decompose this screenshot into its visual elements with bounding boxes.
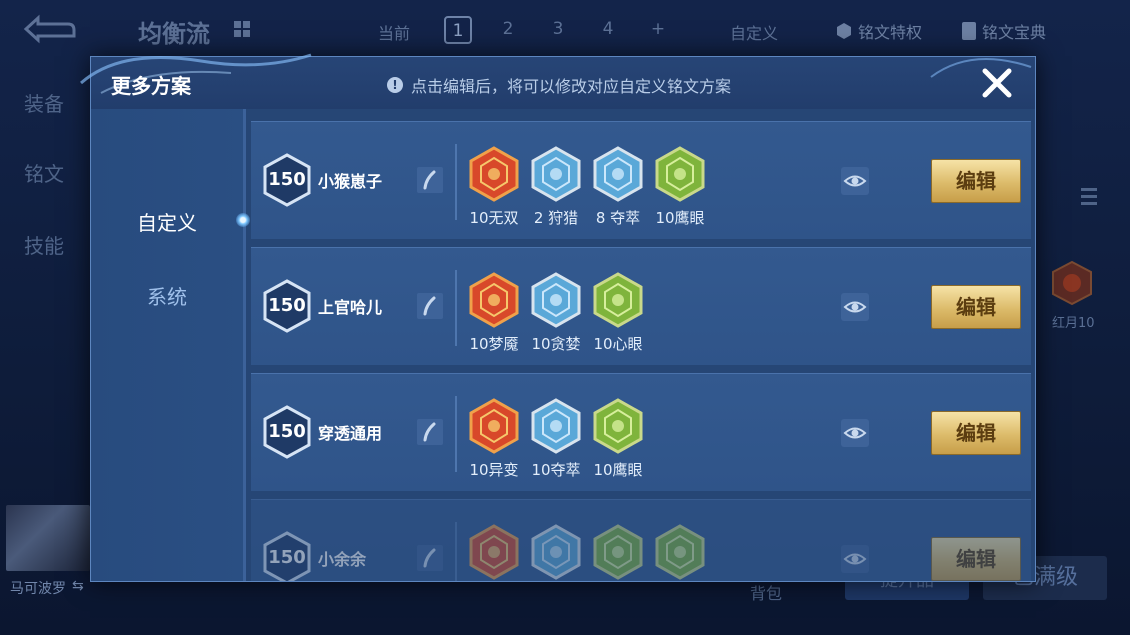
page-tab-1[interactable]: 1 <box>444 16 472 44</box>
list-icon[interactable] <box>1079 186 1099 208</box>
hero-name-row[interactable]: 马可波罗 ⇆ <box>10 578 84 598</box>
rune-label: 10鹰眼 <box>655 209 705 227</box>
row-divider <box>455 270 457 346</box>
rune-blue-tanlan-icon[interactable] <box>531 272 581 328</box>
rune-green-yingyan-icon[interactable] <box>655 146 705 202</box>
edit-button[interactable]: 编辑 <box>931 537 1021 581</box>
rune-green-xinyan-icon[interactable] <box>593 272 643 328</box>
bag-label[interactable]: 背包 <box>750 580 782 604</box>
scheme-row[interactable]: 150 小猴崽子 10无双 2 狩猎 8 夺萃 10鹰眼 编辑 <box>251 121 1031 239</box>
scheme-row[interactable]: 150 穿透通用 10异变 10夺萃 10鹰眼 编辑 <box>251 373 1031 491</box>
row-divider <box>455 144 457 220</box>
edit-button[interactable]: 编辑 <box>931 411 1021 455</box>
side-rune-icon[interactable] <box>1050 260 1094 306</box>
rename-icon[interactable] <box>417 293 443 319</box>
grid-icon[interactable] <box>233 20 251 38</box>
privilege-icon <box>837 23 851 39</box>
swap-icon: ⇆ <box>72 578 84 594</box>
book-icon <box>962 22 976 40</box>
rune-green-icon[interactable] <box>593 524 643 580</box>
rune-red-icon[interactable] <box>469 524 519 580</box>
nav-rail <box>243 109 246 581</box>
page-tab-2[interactable]: 2 <box>494 16 522 44</box>
rune-label: 2 狩猎 <box>533 209 579 227</box>
hint-text: 点击编辑后，将可以修改对应自定义铭文方案 <box>411 77 732 96</box>
scheme-row[interactable]: 150 上官哈儿 10梦魇 10贪婪 10心眼 编辑 <box>251 247 1031 365</box>
dialog-header: 更多方案 ! 点击编辑后，将可以修改对应自定义铭文方案 <box>80 53 1035 109</box>
rune-green-yingyan-icon[interactable] <box>593 398 643 454</box>
current-label: 当前 <box>378 24 411 43</box>
tab-custom[interactable]: 自定义 <box>91 207 243 236</box>
scheme-name: 小余余 <box>318 550 367 569</box>
edit-button[interactable]: 编辑 <box>931 285 1021 329</box>
scheme-row[interactable]: 150 小余余 编辑 <box>251 499 1031 581</box>
side-rune-label: 红月10 <box>1052 316 1095 331</box>
page-tab-4[interactable]: 4 <box>594 16 622 44</box>
hint-text-row: ! 点击编辑后，将可以修改对应自定义铭文方案 <box>387 73 731 97</box>
privilege-label: 铭文特权 <box>858 23 923 42</box>
rune-blue-duocui-icon[interactable] <box>531 398 581 454</box>
edit-button[interactable]: 编辑 <box>931 159 1021 203</box>
nav-equipment[interactable]: 装备 <box>24 88 64 117</box>
rename-icon[interactable] <box>417 419 443 445</box>
rune-green-icon[interactable] <box>655 524 705 580</box>
rune-label: 10异变 <box>469 461 519 479</box>
scheme-list[interactable]: 150 小猴崽子 10无双 2 狩猎 8 夺萃 10鹰眼 编辑 150 上官哈儿 10梦魇 10贪婪… <box>251 121 1031 581</box>
back-arrow-icon[interactable] <box>20 14 78 44</box>
privilege-button[interactable]: 铭文特权 <box>834 19 922 43</box>
tab-system[interactable]: 系统 <box>91 281 243 310</box>
rune-label: 10心眼 <box>593 335 643 353</box>
dialog-body: 自定义 系统 150 小猴崽子 10无双 2 狩猎 8 夺萃 10鹰眼 编辑 150 上官哈儿 1… <box>91 109 1035 581</box>
more-schemes-dialog: 更多方案 ! 点击编辑后，将可以修改对应自定义铭文方案 自定义 系统 150 小猴… <box>80 53 1036 582</box>
rune-red-mengyan-icon[interactable] <box>469 272 519 328</box>
rune-label: 10贪婪 <box>531 335 581 353</box>
dialog-title: 更多方案 <box>111 74 191 98</box>
hero-name: 马可波罗 <box>10 581 66 597</box>
eye-icon[interactable] <box>841 419 869 447</box>
hero-portrait[interactable] <box>6 505 90 571</box>
rune-label: 8 夺萃 <box>595 209 641 227</box>
rune-label: 10鹰眼 <box>593 461 643 479</box>
info-icon: ! <box>387 77 403 93</box>
eye-icon[interactable] <box>841 167 869 195</box>
row-divider <box>455 522 457 581</box>
rune-blue-icon[interactable] <box>531 524 581 580</box>
eye-icon[interactable] <box>841 293 869 321</box>
rename-icon[interactable] <box>417 545 443 571</box>
scheme-name: 上官哈儿 <box>318 298 383 317</box>
dictionary-label: 铭文宝典 <box>982 23 1047 42</box>
scheme-name: 穿透通用 <box>318 424 383 443</box>
rune-label: 10无双 <box>469 209 519 227</box>
scheme-category-nav: 自定义 系统 <box>91 109 243 581</box>
top-bar: 均衡流 当前 1 2 3 4 + 自定义 铭文特权 铭文宝典 <box>0 0 1130 62</box>
rune-red-yibian-icon[interactable] <box>469 398 519 454</box>
level-value: 150 <box>268 295 306 316</box>
dictionary-button[interactable]: 铭文宝典 <box>960 19 1046 43</box>
page-tab-3[interactable]: 3 <box>544 16 572 44</box>
rune-red-wushuang-icon[interactable] <box>469 146 519 202</box>
rename-icon[interactable] <box>417 167 443 193</box>
rune-blue-shoulie-icon[interactable] <box>531 146 581 202</box>
scheme-name: 小猴崽子 <box>318 172 383 191</box>
add-page-button[interactable]: + <box>644 16 672 44</box>
nav-runes[interactable]: 铭文 <box>24 158 64 187</box>
level-value: 150 <box>268 169 306 190</box>
close-icon[interactable] <box>979 65 1015 101</box>
scheme-title: 均衡流 <box>138 20 210 48</box>
custom-tab[interactable]: 自定义 <box>730 20 778 44</box>
eye-icon[interactable] <box>841 545 869 573</box>
level-value: 150 <box>268 547 306 568</box>
rune-label: 10夺萃 <box>531 461 581 479</box>
rune-blue-duocui-icon[interactable] <box>593 146 643 202</box>
level-value: 150 <box>268 421 306 442</box>
rune-label: 10梦魇 <box>469 335 519 353</box>
active-tab-indicator <box>236 213 250 227</box>
row-divider <box>455 396 457 472</box>
nav-skills[interactable]: 技能 <box>24 230 64 259</box>
